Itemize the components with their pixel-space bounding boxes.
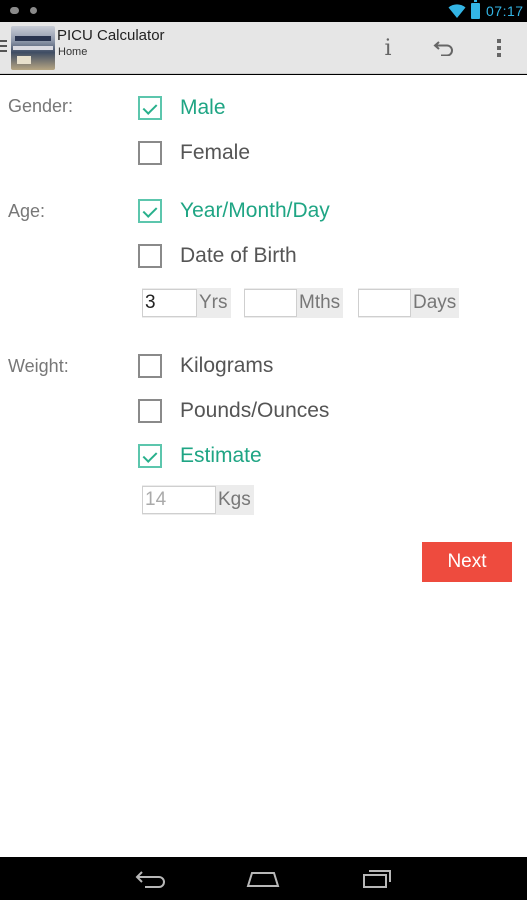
male-checkbox[interactable] [138, 96, 162, 120]
pounds-option-label: Pounds/Ounces [180, 399, 330, 422]
estimate-weight-input [142, 486, 216, 514]
weight-option-pounds[interactable]: Pounds/Ounces [138, 398, 329, 424]
wifi-icon [448, 4, 466, 18]
home-nav-button[interactable] [238, 863, 288, 895]
weight-option-kilograms[interactable]: Kilograms [138, 353, 273, 379]
years-unit: Yrs [199, 292, 228, 313]
weight-label: Weight: [8, 356, 69, 376]
status-bar: 07:17 [0, 0, 527, 22]
recents-nav-button[interactable] [352, 863, 402, 895]
notification-icon [10, 7, 19, 14]
screen-subtitle: Home [58, 46, 88, 58]
action-bar: PICU Calculator Home i [0, 22, 527, 74]
years-input[interactable] [142, 289, 197, 317]
gender-option-male[interactable]: Male [138, 95, 226, 121]
dob-checkbox[interactable] [138, 244, 162, 268]
age-option-dob[interactable]: Date of Birth [138, 243, 297, 269]
days-field-group: Days [358, 288, 460, 318]
up-indicator-icon[interactable] [0, 40, 8, 54]
info-button[interactable]: i [362, 22, 414, 74]
days-input[interactable] [358, 289, 411, 317]
undo-icon [433, 41, 453, 56]
kilograms-checkbox[interactable] [138, 354, 162, 378]
app-title: PICU Calculator [57, 27, 165, 44]
back-nav-button[interactable] [126, 863, 176, 895]
overflow-menu-icon [497, 36, 501, 60]
estimate-weight-unit: Kgs [218, 489, 251, 510]
female-option-label: Female [180, 141, 251, 164]
recents-nav-icon [363, 870, 391, 888]
clock: 07:17 [486, 3, 524, 19]
next-button[interactable]: Next [422, 542, 512, 582]
overflow-menu-button[interactable] [473, 22, 525, 74]
ymd-option-label: Year/Month/Day [180, 199, 330, 222]
estimate-checkbox[interactable] [138, 444, 162, 468]
kilograms-option-label: Kilograms [180, 354, 274, 377]
years-field-group: Yrs [142, 288, 231, 318]
info-icon: i [384, 35, 392, 61]
dob-option-label: Date of Birth [180, 244, 297, 267]
gender-option-female[interactable]: Female [138, 140, 250, 166]
female-checkbox[interactable] [138, 141, 162, 165]
app-icon[interactable] [11, 26, 55, 70]
navigation-bar [0, 857, 527, 900]
estimate-option-label: Estimate [180, 444, 262, 467]
notification-icon [30, 7, 37, 14]
weight-option-estimate[interactable]: Estimate [138, 443, 262, 469]
estimate-weight-field-group: Kgs [142, 485, 254, 515]
gender-label: Gender: [8, 96, 74, 116]
months-input[interactable] [244, 289, 297, 317]
undo-button[interactable] [418, 22, 470, 74]
main-content: Gender: Male Female Age: Year/Month/Day … [0, 75, 527, 857]
age-option-ymd[interactable]: Year/Month/Day [138, 198, 330, 224]
months-field-group: Mths [244, 288, 344, 318]
male-option-label: Male [180, 96, 226, 119]
home-nav-icon [246, 872, 280, 887]
pounds-checkbox[interactable] [138, 399, 162, 423]
days-unit: Days [413, 292, 457, 313]
battery-charging-icon [471, 0, 480, 19]
months-unit: Mths [299, 292, 341, 313]
back-nav-icon [135, 871, 165, 888]
ymd-checkbox[interactable] [138, 199, 162, 223]
age-label: Age: [8, 201, 46, 221]
